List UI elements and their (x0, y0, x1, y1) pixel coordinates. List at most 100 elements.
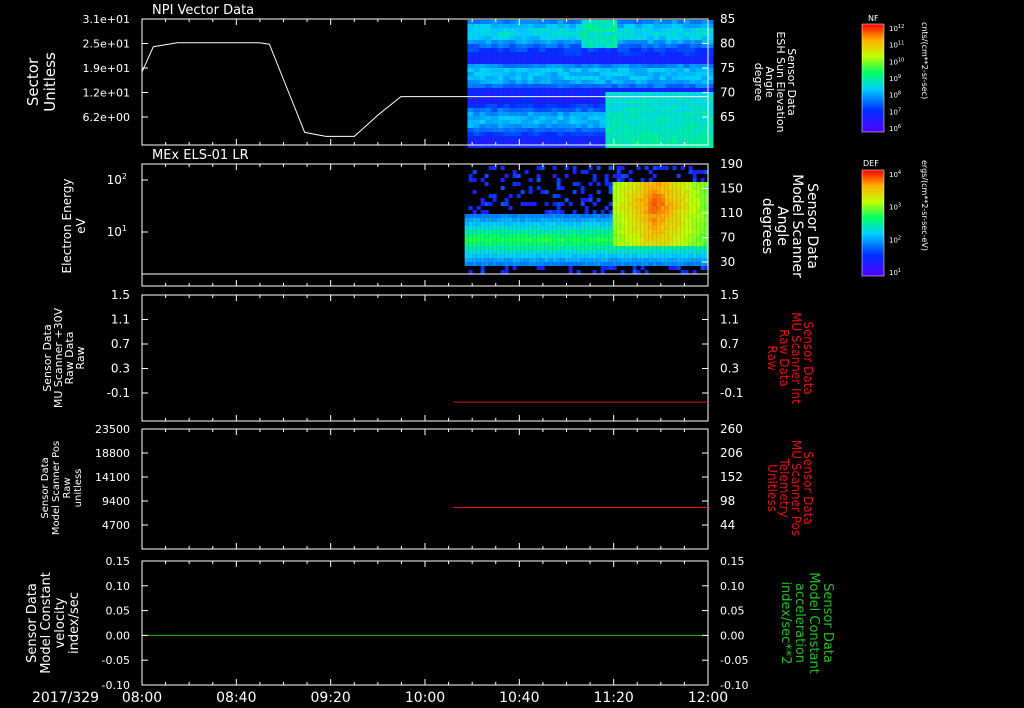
spectrogram-cell (629, 128, 636, 132)
spectrogram-cell (671, 60, 678, 64)
spectrogram-cell (695, 60, 702, 64)
spectrogram-cell (575, 28, 582, 32)
spectrogram-cell (584, 222, 589, 226)
spectrogram-cell (508, 226, 513, 230)
spectrogram-cell (575, 100, 582, 104)
spectrogram-cell (556, 218, 561, 222)
spectrogram-cell (632, 258, 637, 262)
spectrogram-cell (692, 262, 697, 266)
spectrogram-cell (636, 246, 641, 250)
spectrogram-cell (512, 238, 517, 242)
spectrogram-cell (528, 202, 533, 206)
spectrogram-cell (672, 206, 677, 210)
spectrogram-cell (599, 136, 606, 140)
spectrogram-cell (467, 76, 474, 80)
spectrogram-cell (611, 100, 618, 104)
spectrogram-cell (611, 112, 618, 116)
spectrogram-cell (688, 166, 693, 170)
spectrogram-cell (479, 40, 486, 44)
spectrogram-cell (503, 76, 510, 80)
spectrogram-cell (665, 64, 672, 68)
spectrogram-cell (623, 104, 630, 108)
spectrogram-cell (635, 48, 642, 52)
spectrogram-cell (701, 64, 708, 68)
spectrogram-cell (659, 92, 666, 96)
spectrogram-cell (653, 120, 660, 124)
spectrogram-cell (647, 100, 654, 104)
spectrogram-cell (593, 100, 600, 104)
spectrogram-cell (659, 108, 666, 112)
spectrogram-cell (617, 40, 624, 44)
spectrogram-cell (672, 190, 677, 194)
spectrogram-cell (575, 128, 582, 132)
spectrogram-cell (695, 104, 702, 108)
spectrogram-cell (632, 262, 637, 266)
spectrogram-cell (569, 68, 576, 72)
spectrogram-cell (628, 262, 633, 266)
spectrogram-cell (587, 72, 594, 76)
spectrogram-cell (516, 242, 521, 246)
spectrogram-cell (635, 52, 642, 56)
spectrogram-cell (696, 254, 701, 258)
spectrogram-cell (540, 246, 545, 250)
spectrogram-cell (580, 190, 585, 194)
spectrogram-cell (624, 210, 629, 214)
spectrogram-cell (587, 44, 594, 48)
spectrogram-cell (608, 214, 613, 218)
spectrogram-cell (533, 104, 540, 108)
spectrogram-cell (680, 262, 685, 266)
spectrogram-cell (684, 246, 689, 250)
spectrogram-cell (653, 72, 660, 76)
spectrogram-cell (557, 20, 564, 24)
spectrogram-cell (652, 258, 657, 262)
spectrogram-cell (472, 210, 477, 214)
colorbar-tick-label: 107 (889, 107, 901, 116)
spectrogram-cell (600, 214, 605, 218)
spectrogram-cell (668, 210, 673, 214)
spectrogram-cell (616, 238, 621, 242)
colorbar-nf-units: cnts/(cm**2-sr-sec) (920, 22, 929, 99)
spectrogram-els (464, 166, 709, 274)
spectrogram-cell (516, 262, 521, 266)
spectrogram-cell (464, 230, 469, 234)
spectrogram-cell (516, 258, 521, 262)
spectrogram-cell (695, 80, 702, 84)
spectrogram-cell (696, 194, 701, 198)
spectrogram-cell (569, 20, 576, 24)
spectrogram-cell (545, 56, 552, 60)
spectrogram-cell (527, 92, 534, 96)
spectrogram-cell (641, 100, 648, 104)
spectrogram-cell (488, 218, 493, 222)
spectrogram-cell (632, 230, 637, 234)
spectrogram-cell (532, 222, 537, 226)
spectrogram-cell (620, 230, 625, 234)
spectrogram-cell (620, 194, 625, 198)
spectrogram-cell (644, 210, 649, 214)
spectrogram-cell (671, 124, 678, 128)
spectrogram-cell (677, 64, 684, 68)
spectrogram-cell (612, 250, 617, 254)
spectrogram-cell (492, 194, 497, 198)
spectrogram-cell (647, 104, 654, 108)
spectrogram-cell (664, 222, 669, 226)
spectrogram-cell (636, 222, 641, 226)
spectrogram-cell (647, 84, 654, 88)
spectrogram-cell (536, 230, 541, 234)
spectrogram-cell (551, 44, 558, 48)
spectrogram-cell (491, 20, 498, 24)
spectrogram-cell (624, 230, 629, 234)
spectrogram-cell (485, 68, 492, 72)
spectrogram-cell (612, 206, 617, 210)
spectrogram-cell (660, 210, 665, 214)
spectrogram-cell (467, 64, 474, 68)
spectrogram-cell (564, 198, 569, 202)
spectrogram-cell (491, 52, 498, 56)
spectrogram-cell (689, 40, 696, 44)
spectrogram-cell (533, 92, 540, 96)
spectrogram-cell (544, 258, 549, 262)
spectrogram-cell (552, 194, 557, 198)
spectrogram-cell (588, 262, 593, 266)
spectrogram-cell (491, 48, 498, 52)
spectrogram-cell (496, 246, 501, 250)
spectrogram-cell (700, 254, 705, 258)
